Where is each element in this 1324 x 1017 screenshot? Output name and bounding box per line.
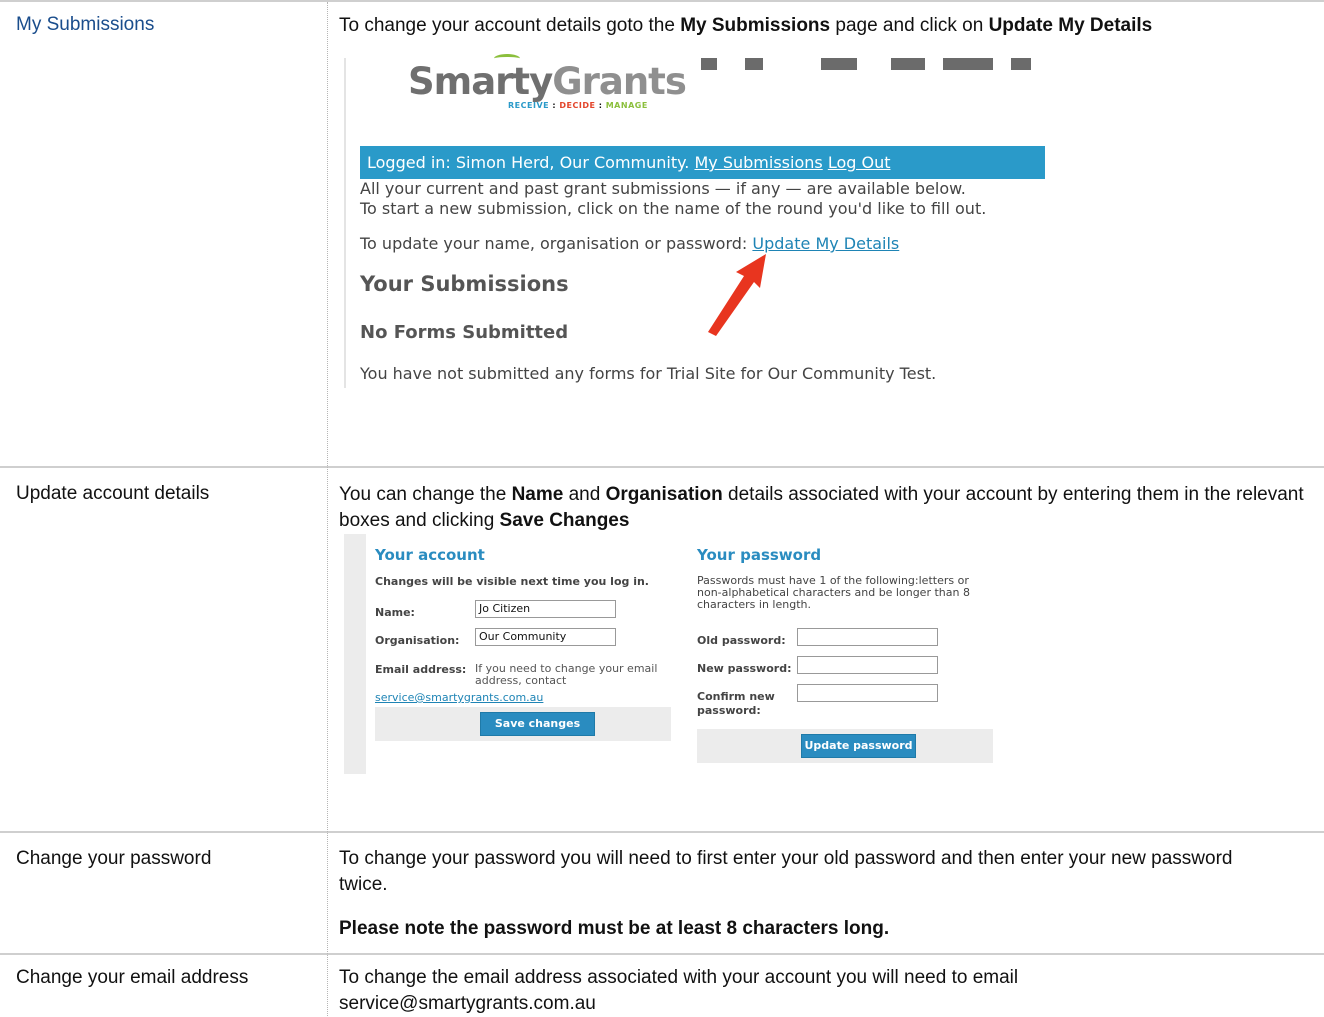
update-prefix: To update your name, organisation or pas…: [360, 234, 748, 253]
text-bold: Update My Details: [988, 15, 1153, 36]
logo-text: SmartyGrants: [408, 60, 687, 104]
logo-word: Smarty: [408, 60, 553, 103]
tagline-part: MANAGE: [605, 101, 648, 110]
my-submissions-screenshot: SmartyGrants RECEIVE : DECIDE : MANAGE L…: [344, 54, 1049, 388]
your-submissions-heading: Your Submissions: [360, 272, 569, 296]
new-password-input[interactable]: [797, 656, 938, 674]
account-title: Your account: [375, 546, 485, 564]
update-password-button[interactable]: Update password: [801, 734, 916, 758]
text-bold: Save Changes: [499, 510, 630, 531]
red-arrow-icon: [708, 254, 766, 336]
password-rules: Passwords must have 1 of the following:l…: [697, 574, 970, 611]
submissions-info-line: All your current and past grant submissi…: [360, 179, 966, 198]
row-text-my-submissions: To change your account details goto the …: [339, 13, 1309, 39]
column-divider: [327, 2, 328, 1016]
my-submissions-link[interactable]: My Submissions: [694, 153, 822, 172]
save-changes-button[interactable]: Save changes: [480, 712, 595, 736]
new-password-label: New password:: [697, 662, 792, 675]
password-length-note: Please note the password must be at leas…: [339, 918, 890, 939]
update-password-bar: Update password: [697, 729, 993, 763]
text: and: [563, 484, 606, 505]
text: page and click on: [830, 15, 989, 36]
update-details-line: To update your name, organisation or pas…: [360, 234, 899, 254]
row-text-update-account: You can change the Name and Organisation…: [339, 482, 1309, 534]
login-bar: Logged in: Simon Herd, Our Community. My…: [360, 146, 1045, 179]
account-screenshot: Your account Changes will be visible nex…: [344, 534, 1046, 774]
logout-link[interactable]: Log Out: [828, 153, 891, 172]
old-password-input[interactable]: [797, 628, 938, 646]
logo-word: Grants: [552, 60, 687, 103]
organisation-label: Organisation:: [375, 634, 460, 647]
text: You can change the: [339, 484, 512, 505]
name-input[interactable]: Jo Citizen: [475, 600, 616, 618]
account-note: Changes will be visible next time you lo…: [375, 575, 649, 588]
row-text-change-password: To change your password you will need to…: [339, 848, 1233, 895]
row-label-change-email: Change your email address: [16, 967, 249, 988]
old-password-label: Old password:: [697, 634, 786, 647]
organisation-input[interactable]: Our Community: [475, 628, 616, 646]
account-panel: Your account Changes will be visible nex…: [375, 534, 671, 741]
submissions-info-line: To start a new submission, click on the …: [360, 199, 987, 218]
password-title: Your password: [697, 546, 822, 564]
smartygrants-logo: SmartyGrants RECEIVE : DECIDE : MANAGE: [408, 54, 687, 110]
no-forms-heading: No Forms Submitted: [360, 322, 569, 343]
tagline-sep: :: [595, 101, 606, 110]
new-password-row: New password:: [697, 656, 993, 678]
name-row: Name: Jo Citizen: [375, 600, 671, 622]
tagline-part: DECIDE: [559, 101, 596, 110]
login-status: Logged in: Simon Herd, Our Community.: [367, 153, 690, 172]
text-bold: My Submissions: [680, 15, 831, 36]
row-label-update-account: Update account details: [16, 483, 210, 504]
tagline-sep: :: [549, 101, 560, 110]
screenshot-edge: [344, 58, 346, 388]
empty-submissions-text: You have not submitted any forms for Tri…: [360, 364, 937, 383]
screenshot-side-pane: [344, 534, 366, 774]
name-label: Name:: [375, 606, 415, 619]
row-divider: [0, 466, 1324, 468]
text-bold: Organisation: [605, 484, 723, 505]
row-label-my-submissions[interactable]: My Submissions: [16, 13, 154, 37]
tagline-part: RECEIVE: [508, 101, 550, 110]
draft-watermark: [701, 58, 1031, 70]
confirm-password-input[interactable]: [797, 684, 938, 702]
text: To change your account details goto the: [339, 15, 681, 36]
text-bold: Name: [511, 484, 564, 505]
row-label-change-password: Change your password: [16, 848, 212, 869]
old-password-row: Old password:: [697, 628, 993, 650]
save-bar: Save changes: [375, 707, 671, 741]
password-panel: Your password Passwords must have 1 of t…: [697, 534, 993, 763]
confirm-password-label: Confirm new password:: [697, 690, 775, 717]
support-email-link[interactable]: service@smartygrants.com.au: [375, 691, 543, 704]
email-note: If you need to change your email address…: [475, 662, 658, 687]
row-divider: [0, 953, 1324, 955]
row-divider: [0, 831, 1324, 833]
row-text-change-email: To change the email address associated w…: [339, 967, 1019, 1014]
logo-arc: [494, 54, 520, 63]
confirm-password-row: Confirm new password:: [697, 684, 993, 718]
organisation-row: Organisation: Our Community: [375, 628, 671, 650]
email-label: Email address:: [375, 663, 467, 676]
row-divider: [0, 0, 1324, 2]
